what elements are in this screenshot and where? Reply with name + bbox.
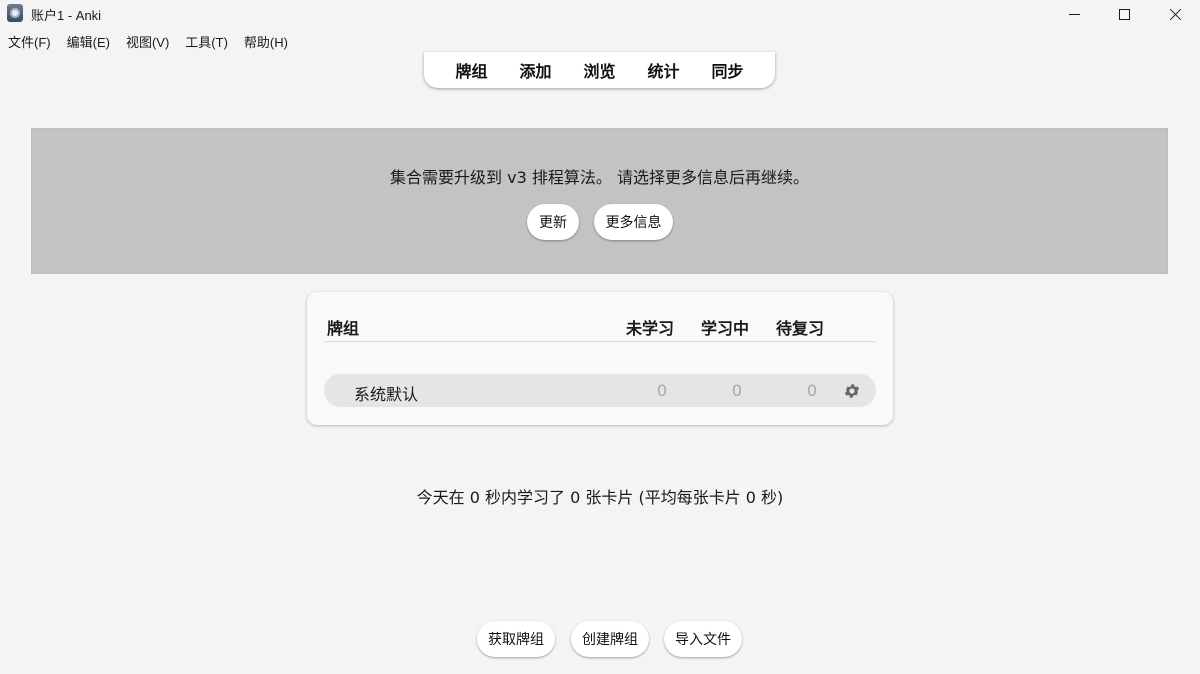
deck-learning-count: 0 <box>731 381 743 400</box>
menu-view[interactable]: 视图(V) <box>126 32 169 51</box>
gear-icon[interactable] <box>843 382 861 400</box>
nav-sync[interactable]: 同步 <box>696 58 760 82</box>
create-deck-button[interactable]: 创建牌组 <box>571 621 649 657</box>
top-navigation: 牌组 添加 浏览 统计 同步 <box>424 52 775 88</box>
close-icon <box>1169 8 1182 21</box>
close-button[interactable] <box>1152 0 1198 28</box>
header-due: 待复习 <box>776 319 825 338</box>
today-stats: 今天在 0 秒内学习了 0 张卡片 (平均每张卡片 0 秒) <box>416 488 784 507</box>
get-shared-button[interactable]: 获取牌组 <box>477 621 555 657</box>
nav-decks[interactable]: 牌组 <box>439 58 503 82</box>
anki-app-icon <box>7 4 23 22</box>
nav-stats[interactable]: 统计 <box>632 58 696 82</box>
minimize-icon <box>1068 13 1080 15</box>
menu-tools[interactable]: 工具(T) <box>185 32 228 51</box>
scheduler-upgrade-banner: 集合需要升级到 v3 排程算法。 请选择更多信息后再继续。 更新 更多信息 <box>31 128 1168 274</box>
maximize-button[interactable] <box>1101 0 1147 28</box>
deck-due-count: 0 <box>806 381 818 400</box>
header-new: 未学习 <box>626 319 675 338</box>
maximize-icon <box>1118 8 1130 20</box>
menu-help[interactable]: 帮助(H) <box>244 32 288 51</box>
window-title: 账户1 - Anki <box>31 8 102 23</box>
more-info-button[interactable]: 更多信息 <box>594 204 673 240</box>
deck-new-count: 0 <box>656 381 668 400</box>
menu-edit[interactable]: 编辑(E) <box>67 32 110 51</box>
nav-add[interactable]: 添加 <box>503 58 567 82</box>
update-button[interactable]: 更新 <box>527 204 579 240</box>
header-deck: 牌组 <box>327 319 360 338</box>
header-learning: 学习中 <box>701 319 750 338</box>
deck-row[interactable]: 系统默认 0 0 0 <box>324 374 876 407</box>
nav-browse[interactable]: 浏览 <box>567 58 631 82</box>
menu-file[interactable]: 文件(F) <box>8 32 51 51</box>
deck-table-header: 牌组 未学习 学习中 待复习 <box>324 292 876 342</box>
title-bar: 账户1 - Anki <box>0 0 1200 28</box>
import-file-button[interactable]: 导入文件 <box>664 621 742 657</box>
deck-list-card: 牌组 未学习 学习中 待复习 系统默认 0 0 0 <box>307 292 893 425</box>
minimize-button[interactable] <box>1051 0 1097 28</box>
deck-name-link[interactable]: 系统默认 <box>354 381 418 405</box>
banner-message: 集合需要升级到 v3 排程算法。 请选择更多信息后再继续。 <box>390 168 809 187</box>
menu-bar: 文件(F) 编辑(E) 视图(V) 工具(T) 帮助(H) <box>0 30 1200 52</box>
